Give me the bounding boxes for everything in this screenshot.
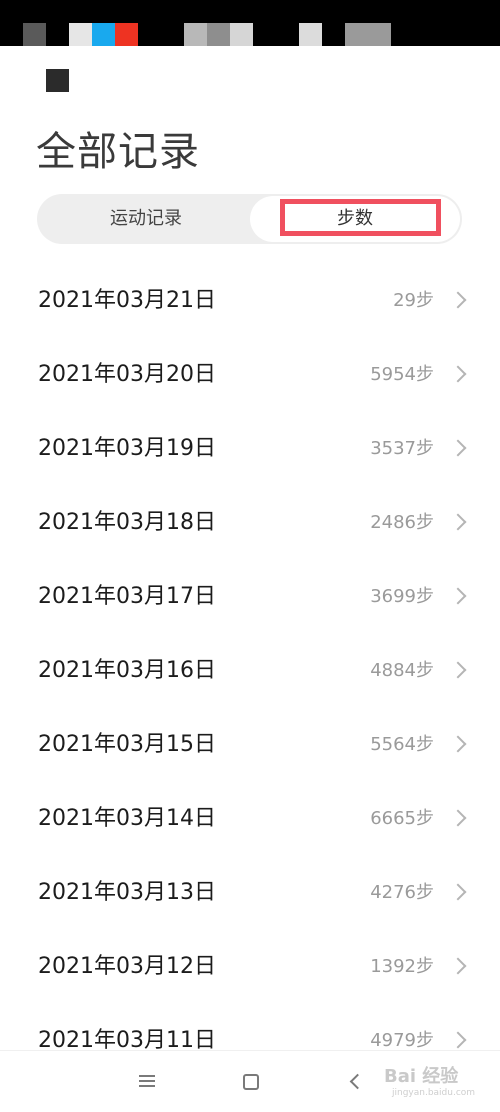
chevron-right-icon (449, 809, 467, 827)
record-steps: 2486步 (370, 512, 434, 533)
status-icon (299, 23, 322, 46)
menu-icon[interactable] (139, 1075, 155, 1087)
watermark: Bai 经验 (384, 1066, 459, 1087)
list-item[interactable]: 2021年03月18日 2486步 (0, 486, 500, 560)
records-list: 2021年03月21日 29步 2021年03月20日 5954步 2021年0… (0, 264, 500, 1078)
list-item[interactable]: 2021年03月16日 4884步 (0, 634, 500, 708)
record-steps: 6665步 (370, 808, 434, 829)
status-bar (0, 0, 500, 46)
record-date: 2021年03月18日 (38, 510, 216, 535)
record-steps: 5564步 (370, 734, 434, 755)
record-date: 2021年03月17日 (38, 584, 216, 609)
tab-sport-records[interactable]: 运动记录 (37, 194, 255, 244)
back-icon[interactable] (46, 69, 69, 92)
list-item[interactable]: 2021年03月15日 5564步 (0, 708, 500, 782)
record-steps: 5954步 (370, 364, 434, 385)
chevron-right-icon (449, 291, 467, 309)
record-steps: 4884步 (370, 660, 434, 681)
record-date: 2021年03月21日 (38, 288, 216, 313)
list-item[interactable]: 2021年03月20日 5954步 (0, 338, 500, 412)
list-item[interactable]: 2021年03月21日 29步 (0, 264, 500, 338)
record-steps: 4276步 (370, 882, 434, 903)
page-title: 全部记录 (36, 129, 200, 175)
chevron-right-icon (449, 1031, 467, 1049)
status-icon (230, 23, 253, 46)
chevron-right-icon (449, 735, 467, 753)
record-steps: 3699步 (370, 586, 434, 607)
status-icon (92, 23, 115, 46)
chevron-right-icon (449, 883, 467, 901)
record-date: 2021年03月19日 (38, 436, 216, 461)
list-item[interactable]: 2021年03月12日 1392步 (0, 930, 500, 1004)
list-item[interactable]: 2021年03月13日 4276步 (0, 856, 500, 930)
chevron-right-icon (449, 365, 467, 383)
list-item[interactable]: 2021年03月17日 3699步 (0, 560, 500, 634)
record-steps: 3537步 (370, 438, 434, 459)
status-icon (207, 23, 230, 46)
record-date: 2021年03月14日 (38, 806, 216, 831)
tab-steps[interactable]: 步数 (250, 196, 460, 242)
status-icon (184, 23, 207, 46)
list-item[interactable]: 2021年03月14日 6665步 (0, 782, 500, 856)
record-date: 2021年03月16日 (38, 658, 216, 683)
chevron-right-icon (449, 439, 467, 457)
record-date: 2021年03月20日 (38, 362, 216, 387)
chevron-right-icon (449, 661, 467, 679)
status-icon (69, 23, 92, 46)
watermark-url: jingyan.baidu.com (392, 1088, 476, 1098)
chevron-right-icon (449, 513, 467, 531)
chevron-right-icon (449, 957, 467, 975)
list-item[interactable]: 2021年03月19日 3537步 (0, 412, 500, 486)
status-icon (23, 23, 46, 46)
record-steps: 1392步 (370, 956, 434, 977)
chevron-right-icon (449, 587, 467, 605)
segmented-tabs: 运动记录 步数 (37, 194, 462, 244)
status-icon (115, 23, 138, 46)
record-date: 2021年03月13日 (38, 880, 216, 905)
status-icon (345, 23, 391, 46)
record-date: 2021年03月15日 (38, 732, 216, 757)
home-icon[interactable] (243, 1074, 259, 1090)
record-steps: 29步 (393, 290, 434, 311)
record-date: 2021年03月12日 (38, 954, 216, 979)
back-triangle-icon[interactable] (349, 1073, 366, 1090)
